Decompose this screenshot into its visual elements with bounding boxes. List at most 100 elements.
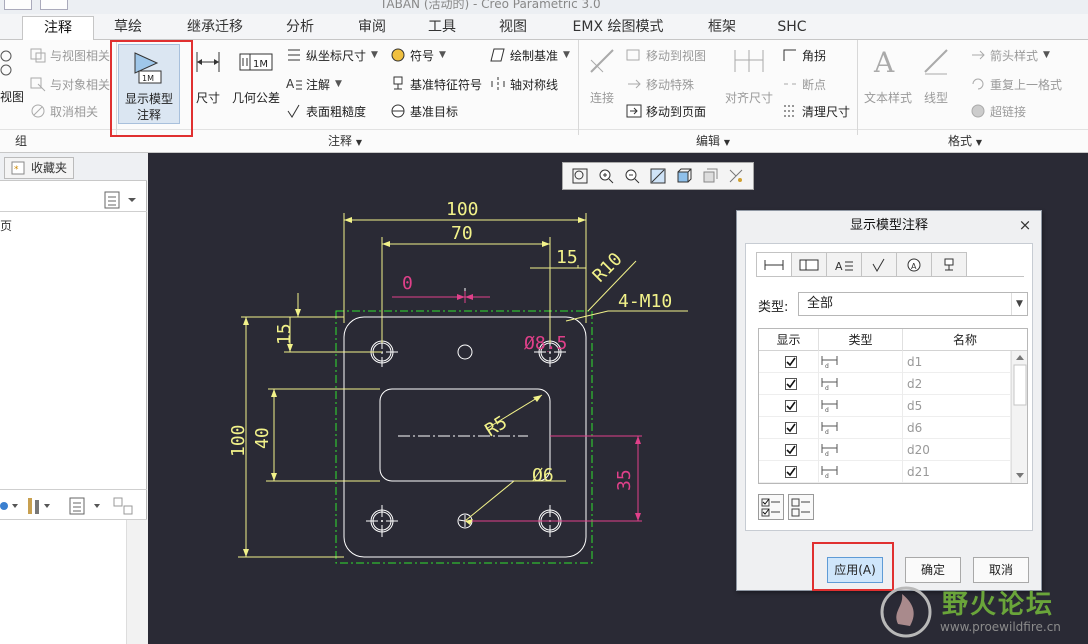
favorites-tab[interactable]: * 收藏夹	[4, 157, 75, 179]
chevron-down-icon[interactable]: ▼	[1043, 50, 1050, 60]
dim-15-left[interactable]: 15	[274, 323, 295, 345]
quick-access-button[interactable]	[4, 0, 32, 10]
type-select[interactable]: 全部 ▼	[798, 292, 1028, 316]
dim-phi-6[interactable]: Ø6	[532, 465, 554, 486]
show-checkbox[interactable]	[785, 444, 797, 456]
close-icon[interactable]: ×	[1017, 217, 1033, 233]
arrow-style-button[interactable]: 箭头样式 ▼	[970, 45, 1050, 65]
hyperlink-button[interactable]: 超链接	[970, 101, 1026, 121]
dim-phi-8-5[interactable]: Ø8.5	[524, 333, 567, 354]
dim-r10[interactable]: R10	[589, 249, 627, 287]
table-row[interactable]: d d21	[759, 461, 1011, 483]
pocket-outline[interactable]	[379, 388, 551, 482]
clean-dimension-button[interactable]: 清理尺寸	[782, 101, 850, 121]
view-button-partial[interactable]: 视图	[0, 86, 24, 106]
move-to-view-button[interactable]: 移动到视图	[626, 45, 706, 65]
tab-analysis[interactable]: 分析	[272, 16, 328, 40]
table-row[interactable]: d d1	[759, 351, 1011, 373]
dim-zero[interactable]: 0	[402, 273, 413, 294]
show-icon[interactable]	[69, 497, 100, 515]
breakpoint-button[interactable]: 断点	[782, 74, 826, 94]
dimension-button[interactable]: 尺寸	[193, 48, 223, 108]
show-checkbox[interactable]	[785, 422, 797, 434]
group-label-edit[interactable]: 编辑 ▼	[668, 132, 758, 150]
table-row[interactable]: d d5	[759, 395, 1011, 417]
tree-item[interactable]: 页	[0, 217, 12, 234]
cancel-related-button[interactable]: 取消相关	[30, 101, 98, 121]
tab-emx-drawing[interactable]: EMX 绘图模式	[556, 16, 680, 40]
table-scrollbar[interactable]	[1011, 351, 1027, 483]
show-checkbox[interactable]	[785, 378, 797, 390]
tab-sketch[interactable]: 草绘	[100, 16, 156, 40]
text-style-button[interactable]: A 文本样式	[861, 46, 915, 110]
symbol-button[interactable]: 符号 ▼	[390, 45, 446, 65]
tab-frame[interactable]: 框架	[694, 16, 750, 40]
surface-finish-button[interactable]: 表面粗糙度	[286, 101, 366, 121]
select-all-button[interactable]	[758, 494, 784, 520]
view-related-button[interactable]: 与视图相关	[30, 45, 110, 65]
tab-tools[interactable]: 工具	[414, 16, 470, 40]
dim-4-m10[interactable]: 4-M10	[618, 291, 672, 312]
panel-scrollbar[interactable]	[126, 520, 147, 644]
svg-text:A: A	[873, 46, 895, 76]
repeat-format-button[interactable]: 重复上一格式	[970, 74, 1062, 94]
geometric-tolerance-button[interactable]: 1M 几何公差	[229, 48, 283, 108]
datum-feature-symbol-button[interactable]: 基准特征符号	[390, 74, 482, 94]
object-related-button[interactable]: 与对象相关	[30, 74, 110, 94]
draw-datum-button[interactable]: 绘制基准 ▼	[490, 45, 570, 65]
filter-icon[interactable]	[0, 502, 18, 510]
show-checkbox[interactable]	[785, 356, 797, 368]
list-options-button[interactable]	[104, 189, 138, 211]
breakpoint-icon	[782, 76, 798, 92]
tab-datums[interactable]	[931, 252, 967, 276]
dim-100-top[interactable]: 100	[446, 199, 479, 220]
note-button[interactable]: A 注解 ▼	[286, 74, 342, 94]
axis-symmetry-button[interactable]: 轴对称线	[490, 74, 558, 94]
tab-annotation[interactable]: 注释	[22, 16, 94, 41]
tab-gtol[interactable]	[791, 252, 827, 276]
chevron-down-icon[interactable]: ▼	[335, 79, 342, 89]
group-label-format[interactable]: 格式 ▼	[920, 132, 1010, 150]
line-style-button[interactable]: 线型	[918, 46, 954, 110]
quick-access-button[interactable]	[40, 0, 68, 10]
tab-surface-finish[interactable]	[861, 252, 897, 276]
ordinate-dimension-button[interactable]: 纵坐标尺寸 ▼	[286, 45, 378, 65]
dim-100-left[interactable]: 100	[228, 424, 249, 457]
chevron-down-icon[interactable]: ▼	[371, 50, 378, 60]
settings-icon[interactable]	[113, 497, 133, 515]
column-header-name[interactable]: 名称	[903, 329, 1027, 351]
dim-40[interactable]: 40	[252, 427, 273, 449]
datum-target-button[interactable]: 基准目标	[390, 101, 458, 121]
column-header-show[interactable]: 显示	[759, 329, 819, 351]
tab-shc[interactable]: SHC	[764, 16, 820, 40]
move-special-button[interactable]: 移动特殊	[626, 74, 694, 94]
chevron-down-icon[interactable]: ▼	[439, 50, 446, 60]
align-dimension-button[interactable]: 对齐尺寸	[722, 46, 776, 110]
deselect-all-button[interactable]	[788, 494, 814, 520]
table-row[interactable]: d d2	[759, 373, 1011, 395]
dim-15-top[interactable]: 15	[556, 247, 578, 268]
tab-review[interactable]: 审阅	[344, 16, 400, 40]
tab-symbols[interactable]: A	[896, 252, 932, 276]
group-label-annotation[interactable]: 注释 ▼	[300, 132, 390, 150]
table-row[interactable]: d d20	[759, 439, 1011, 461]
hole[interactable]	[457, 344, 473, 360]
chevron-down-icon[interactable]: ▼	[563, 50, 570, 60]
tab-legacy-migration[interactable]: 继承迁移	[170, 16, 260, 40]
corner-button[interactable]: 角拐	[782, 45, 826, 65]
list-icon	[104, 191, 136, 209]
show-checkbox[interactable]	[785, 400, 797, 412]
chevron-down-icon[interactable]: ▼	[1011, 293, 1027, 315]
tab-view[interactable]: 视图	[485, 16, 541, 40]
tab-dimensions[interactable]	[756, 252, 792, 277]
table-row[interactable]: d d6	[759, 417, 1011, 439]
dim-35[interactable]: 35	[614, 469, 635, 491]
column-header-type[interactable]: 类型	[819, 329, 903, 351]
show-checkbox[interactable]	[785, 466, 797, 478]
tools-icon[interactable]	[28, 498, 50, 514]
dim-70[interactable]: 70	[451, 223, 473, 244]
move-to-page-button[interactable]: 移动到页面	[626, 101, 706, 121]
tab-notes[interactable]: A	[826, 252, 862, 276]
connect-button[interactable]: 连接	[584, 46, 620, 110]
group-icon[interactable]	[0, 48, 14, 78]
